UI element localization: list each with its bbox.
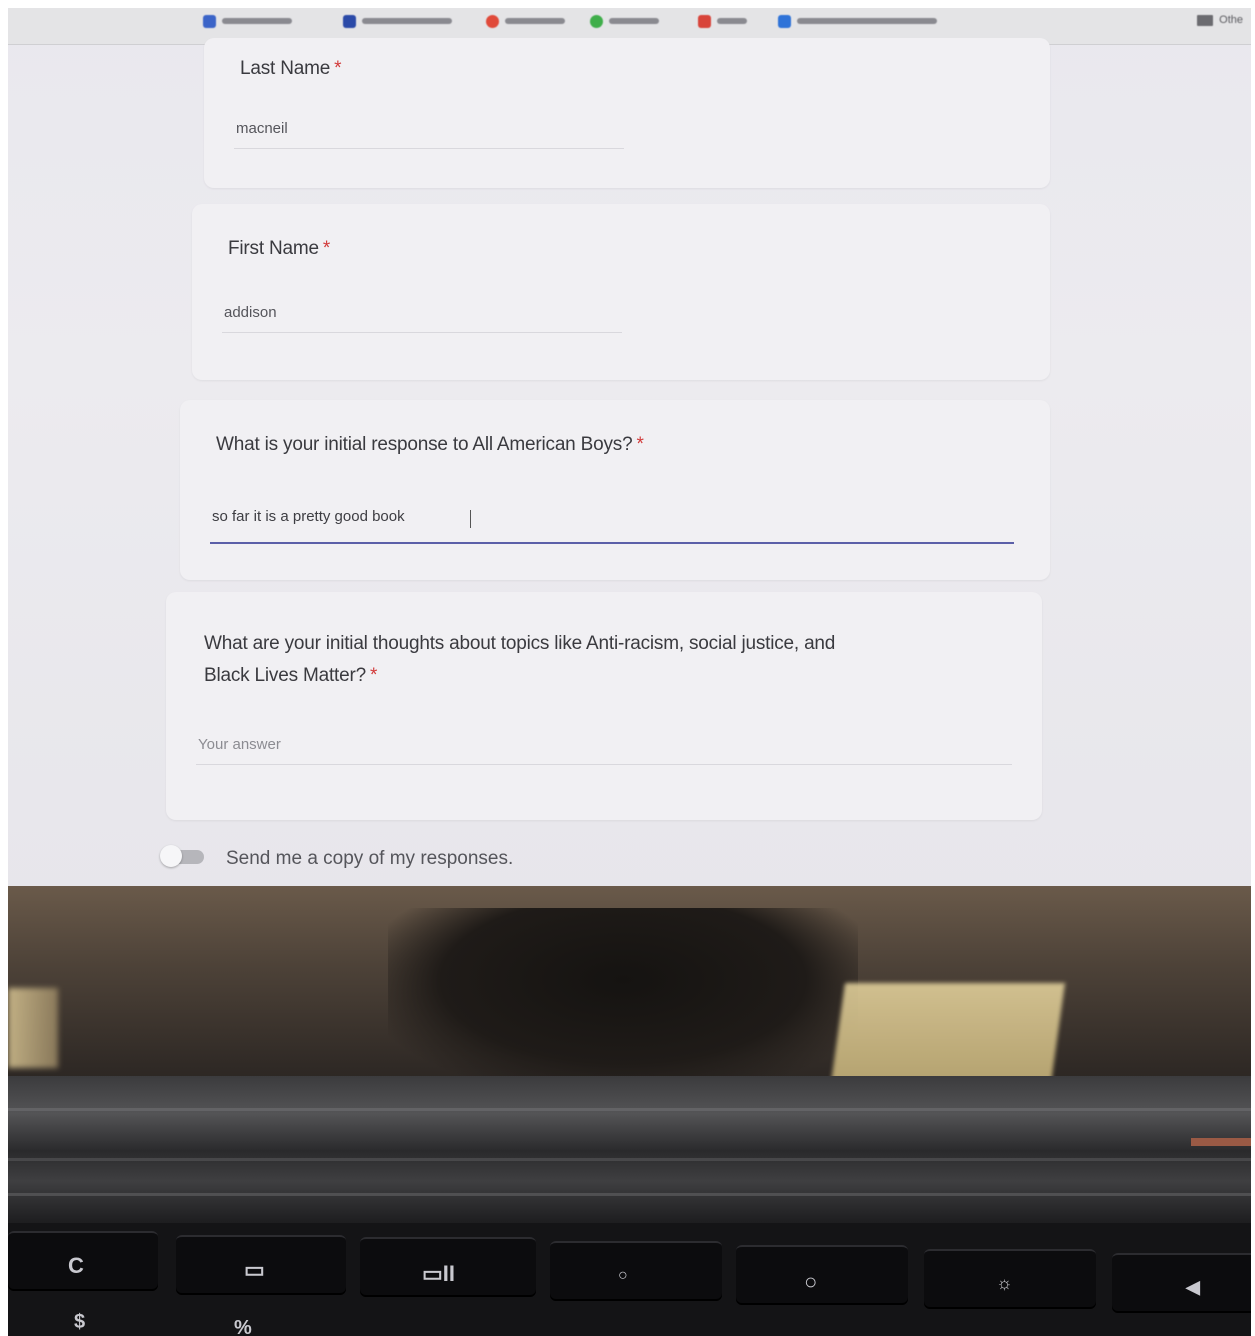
initial-response-card: What is your initial response to All Ame…	[180, 400, 1050, 580]
fullscreen-icon: ▭	[244, 1257, 265, 1282]
thoughts-input[interactable]: Your answer	[198, 736, 281, 753]
send-copy-label: Send me a copy of my responses.	[226, 848, 514, 869]
reflection-light-left	[8, 988, 58, 1068]
hinge-accent	[1191, 1138, 1251, 1146]
bookmark-icon	[343, 14, 356, 28]
bookmark-item[interactable]	[698, 14, 747, 28]
percent-key-label: %	[234, 1317, 252, 1336]
last-name-input[interactable]: macneil	[236, 120, 288, 137]
first-name-card: First Name * addison	[192, 204, 1050, 380]
folder-icon	[1197, 14, 1214, 26]
bookmark-item[interactable]	[590, 14, 659, 28]
last-name-card: Last Name * macneil	[204, 38, 1050, 188]
first-name-input[interactable]: addison	[224, 304, 277, 321]
spotify-icon	[590, 14, 603, 28]
last-name-label: Last Name *	[240, 58, 342, 79]
laptop-screen: Othe Last Name * macneil First Name * addi…	[8, 8, 1251, 908]
thoughts-underline	[196, 764, 1012, 765]
gmail-icon	[698, 14, 711, 28]
required-mark: *	[636, 434, 644, 455]
bookmark-icon	[778, 14, 791, 28]
first-name-label: First Name *	[228, 238, 331, 259]
refresh-icon: C	[68, 1253, 84, 1278]
required-mark: *	[334, 58, 342, 79]
first-name-underline	[222, 332, 622, 333]
laptop-hinge	[8, 1076, 1251, 1226]
volume-down-icon: ◀	[1186, 1277, 1200, 1297]
brightness-up-icon: ○	[804, 1269, 818, 1294]
dollar-key-label: $	[74, 1311, 86, 1333]
text-cursor	[470, 510, 471, 528]
other-bookmarks[interactable]: Othe	[1197, 14, 1243, 26]
brightness-down-key[interactable]	[550, 1241, 722, 1301]
thoughts-label: What are your initial thoughts about top…	[204, 633, 836, 686]
initial-response-focus-underline	[210, 542, 1014, 544]
last-name-underline	[234, 148, 624, 149]
initial-response-input[interactable]: so far it is a pretty good book	[212, 508, 405, 525]
thoughts-card: What are your initial thoughts about top…	[166, 592, 1042, 820]
volume-down-key[interactable]	[1112, 1253, 1251, 1313]
required-mark: *	[370, 665, 378, 686]
brightness-up-key[interactable]	[736, 1245, 908, 1305]
initial-response-label: What is your initial response to All Ame…	[216, 434, 644, 455]
reflection-light	[830, 983, 1066, 1083]
required-mark: *	[322, 238, 331, 259]
bookmark-icon	[486, 14, 499, 28]
send-copy-toggle[interactable]	[160, 844, 204, 868]
bookmark-icon	[203, 14, 216, 28]
other-bookmarks-label: Othe	[1219, 14, 1243, 26]
bookmark-item[interactable]	[778, 14, 937, 28]
mute-icon: ☼	[996, 1273, 1013, 1293]
reflection-shadow	[388, 908, 858, 1088]
brightness-down-icon: ○	[618, 1267, 628, 1284]
keyboard: C ▭ ▭II ○ ○ ☼ ◀ $ %	[8, 1223, 1251, 1336]
bookmark-item[interactable]	[343, 14, 452, 28]
photo-frame: Othe Last Name * macneil First Name * addi…	[8, 8, 1251, 1336]
bookmark-item[interactable]	[486, 14, 565, 28]
bookmark-item[interactable]	[203, 14, 292, 28]
overview-icon: ▭II	[422, 1261, 456, 1286]
